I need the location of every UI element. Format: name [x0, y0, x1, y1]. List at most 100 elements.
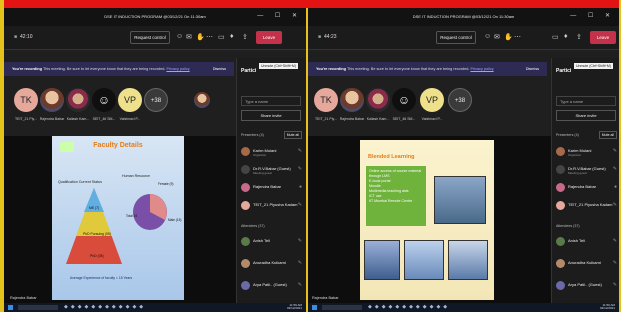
bullet: Online access of course material through… [369, 169, 422, 178]
request-control-button[interactable]: Request control [436, 31, 476, 44]
search-participant-input[interactable]: Type a name [241, 96, 301, 106]
participant-role: Meeting guest [568, 171, 587, 175]
share-invite-button[interactable]: Share invite [241, 110, 301, 121]
bullet-box: Online access of course material through… [366, 166, 426, 226]
classroom-photo [434, 176, 486, 224]
mic-icon: ● [613, 184, 617, 190]
leave-button[interactable]: Leave [256, 31, 282, 44]
participant-row[interactable]: Anish Teli ✎ [241, 236, 303, 250]
window-controls[interactable]: — ☐ ✕ [257, 12, 302, 19]
avatar[interactable]: TK [14, 88, 38, 112]
leave-button[interactable]: Leave [590, 31, 616, 44]
participants-panel: Partici Unmute (Ctrl+Shift+M) Type a nam… [551, 58, 619, 303]
screenshot-thumb-3 [448, 240, 488, 280]
taskbar-search[interactable] [322, 305, 362, 310]
banner-text: This meeting. Be sure to let everyone kn… [42, 67, 166, 71]
mic-muted-icon: ✎ [612, 148, 617, 154]
participant-role: Organizer [568, 153, 582, 157]
taskbar-search[interactable] [18, 305, 58, 310]
share-icon[interactable]: ⇪ [576, 33, 582, 41]
avatar[interactable] [40, 88, 64, 112]
participant-row[interactable]: TEIT_21 Piyusha Kadam ✎ [241, 200, 303, 214]
mic-muted-icon: ✎ [297, 282, 302, 288]
camera-icon[interactable]: ▭ [218, 33, 225, 41]
screenshot-thumb-2 [404, 240, 444, 280]
reactions-icon[interactable]: ✋ [504, 33, 513, 41]
reactions-icon[interactable]: ✋ [196, 33, 205, 41]
avatar[interactable]: VP [118, 88, 142, 112]
unmute-tooltip: Unmute (Ctrl+Shift+M) [574, 63, 614, 69]
avatar[interactable]: VP [420, 88, 444, 112]
participant-row[interactable]: Dr.R.V.Babar (Guest) Meeting guest ✎ [241, 164, 303, 178]
avatar[interactable]: ☺ [392, 88, 416, 112]
avatar[interactable] [366, 88, 390, 112]
participants-icon[interactable]: ☺ [484, 33, 491, 40]
start-icon[interactable] [312, 305, 317, 310]
avatar-label: Vaishnavi P... [421, 117, 443, 121]
more-participants[interactable]: +38 [144, 88, 168, 112]
meeting-timer: 42:10 [14, 34, 33, 40]
phd-label: PhD (08) [90, 254, 104, 258]
taskbar-apps[interactable]: ◆◆◆◆◆◆◆◆◆◆◆◆ [368, 304, 450, 310]
avatar [241, 281, 250, 290]
start-icon[interactable] [8, 305, 13, 310]
participant-row[interactable]: Rajendra Babar ● [556, 182, 618, 196]
avatar [241, 165, 250, 174]
more-participants[interactable]: +38 [448, 88, 472, 112]
window-controls[interactable]: — ☐ ✕ [570, 12, 615, 19]
mic-icon[interactable]: ♦ [230, 33, 234, 40]
share-invite-button[interactable]: Share invite [556, 110, 616, 121]
participant-row[interactable]: Anuradha Kulkarni ✎ [556, 258, 618, 272]
clock-date: 03/12/2021 [286, 306, 302, 311]
camera-icon[interactable]: ▭ [552, 33, 559, 41]
slide: Blended Learning Online access of course… [360, 140, 494, 300]
meeting-toolbar: 42:10 Request control ☺ ✉ ✋ ⋯ ▭ ♦ ⇪ Leav… [4, 26, 306, 50]
avatar-label: SEIT_46 SM... [392, 117, 416, 121]
participant-row[interactable]: TEIT_21 Piyusha Kadam ✎ [556, 200, 618, 214]
privacy-policy-link[interactable]: Privacy policy [470, 67, 493, 71]
avatar[interactable]: ☺ [92, 88, 116, 112]
chat-icon[interactable]: ✉ [186, 33, 192, 41]
participant-row[interactable]: Dr.R.V.Babar (Guest) Meeting guest ✎ [556, 164, 618, 178]
title-bar: DSE IT INDUCTION PROGRAM @03/12/21 On 11… [4, 8, 306, 26]
panel-title: Partici [556, 68, 572, 74]
participant-row[interactable]: Karim Mulani Organizer ✎ [556, 146, 618, 160]
taskbar-clock: 11:59 AM 03/12/2021 [286, 303, 302, 311]
meeting-window-left: DSE IT INDUCTION PROGRAM @03/12/21 On 11… [4, 8, 306, 312]
mic-muted-icon: ✎ [297, 148, 302, 154]
participant-row[interactable]: Rajendra Babar ● [241, 182, 303, 196]
screen: DSE IT INDUCTION PROGRAM @03/12/21 On 11… [0, 0, 621, 312]
participants-icon[interactable]: ☺ [176, 33, 183, 40]
recording-banner: You're recording This meeting. Be sure t… [4, 62, 234, 76]
mic-muted-icon: ✎ [297, 166, 302, 172]
dismiss-button[interactable]: Dismiss [526, 62, 539, 76]
participant-name: Anish Teli [253, 238, 271, 243]
meeting-timer: 44:23 [318, 34, 337, 40]
more-icon[interactable]: ⋯ [206, 33, 213, 41]
privacy-policy-link[interactable]: Privacy policy [166, 67, 189, 71]
mic-icon[interactable]: ♦ [564, 33, 568, 40]
request-control-button[interactable]: Request control [130, 31, 170, 44]
participant-name: Rajendra Babar [568, 184, 597, 189]
participant-row[interactable]: Arya Patil.. (Guest) ✎ [241, 280, 303, 294]
avatar[interactable] [66, 88, 90, 112]
avg-experience: Average Experience of faculty = 15 Years [70, 276, 133, 280]
share-icon[interactable]: ⇪ [242, 33, 248, 41]
mute-all-button[interactable]: Mute all [598, 131, 617, 139]
participant-row[interactable]: Arya Patil.. (Guest) ✎ [556, 280, 618, 294]
me-label: ME (7) [89, 206, 100, 210]
taskbar-apps[interactable]: ◆◆◆◆◆◆◆◆◆◆◆◆ [64, 304, 146, 310]
dismiss-button[interactable]: Dismiss [213, 62, 226, 76]
avatar[interactable] [340, 88, 364, 112]
shared-content: Faculty Details Qualification Current St… [4, 136, 236, 303]
more-icon[interactable]: ⋯ [514, 33, 521, 41]
participant-row[interactable]: Anuradha Kulkarni ✎ [241, 258, 303, 272]
participant-row[interactable]: Karim Mulani Organizer ✎ [241, 146, 303, 160]
avatar[interactable]: TK [314, 88, 338, 112]
slide: Faculty Details Qualification Current St… [52, 136, 184, 300]
participant-row[interactable]: Anish Teli ✎ [556, 236, 618, 250]
mute-all-button[interactable]: Mute all [283, 131, 302, 139]
unmute-tooltip: Unmute (Ctrl+Shift+M) [259, 63, 299, 69]
chat-icon[interactable]: ✉ [494, 33, 500, 41]
search-participant-input[interactable]: Type a name [556, 96, 616, 106]
